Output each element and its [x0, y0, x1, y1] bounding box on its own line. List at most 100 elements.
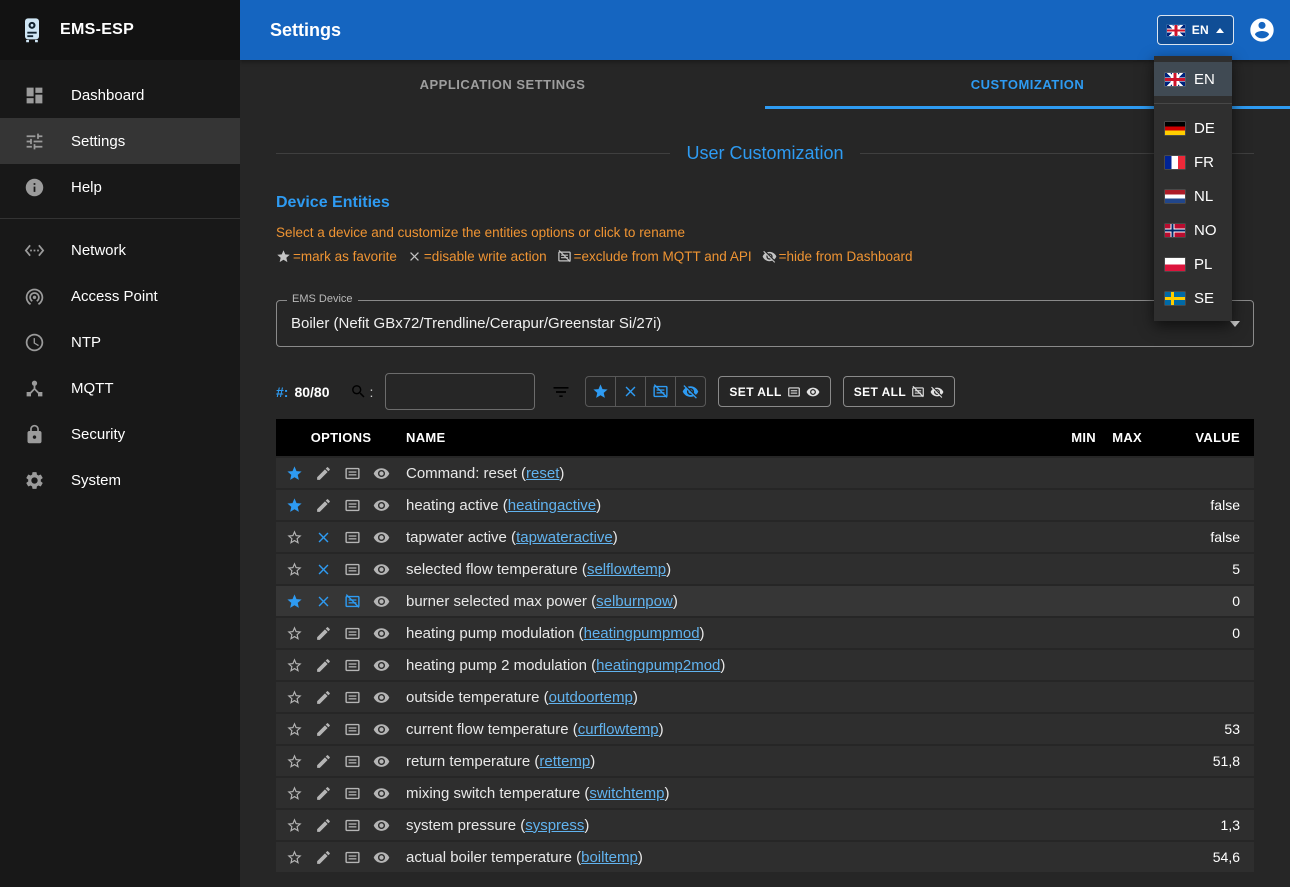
- hide-toggle[interactable]: [372, 496, 390, 514]
- favorite-toggle[interactable]: [285, 816, 303, 834]
- set-all-hidden-button[interactable]: SET ALL: [843, 376, 955, 407]
- entity-name[interactable]: burner selected max power (selburnpow): [406, 593, 1048, 610]
- disable-write-toggle[interactable]: [314, 656, 332, 674]
- exclude-mqtt-toggle[interactable]: [343, 528, 361, 546]
- table-row[interactable]: heating pump 2 modulation (heatingpump2m…: [276, 650, 1254, 680]
- table-row[interactable]: heating pump modulation (heatingpumpmod)…: [276, 618, 1254, 648]
- exclude-mqtt-toggle[interactable]: [343, 688, 361, 706]
- hide-toggle[interactable]: [372, 720, 390, 738]
- entity-code-link[interactable]: switchtemp: [589, 785, 664, 802]
- filter-favorite-toggle[interactable]: [585, 376, 616, 407]
- table-row[interactable]: current flow temperature (curflowtemp) 5…: [276, 714, 1254, 744]
- favorite-toggle[interactable]: [285, 784, 303, 802]
- disable-write-toggle[interactable]: [314, 560, 332, 578]
- hide-toggle[interactable]: [372, 688, 390, 706]
- sidebar-item-security[interactable]: Security: [0, 411, 240, 457]
- exclude-mqtt-toggle[interactable]: [343, 560, 361, 578]
- language-button[interactable]: EN: [1157, 15, 1234, 45]
- favorite-toggle[interactable]: [285, 752, 303, 770]
- hide-toggle[interactable]: [372, 752, 390, 770]
- entity-name[interactable]: selected flow temperature (selflowtemp): [406, 561, 1048, 578]
- favorite-toggle[interactable]: [285, 656, 303, 674]
- entity-name[interactable]: current flow temperature (curflowtemp): [406, 721, 1048, 738]
- language-menu-item[interactable]: PL: [1154, 247, 1232, 281]
- account-button[interactable]: [1248, 16, 1276, 44]
- hide-toggle[interactable]: [372, 592, 390, 610]
- entity-name[interactable]: Command: reset (reset): [406, 465, 1048, 482]
- favorite-toggle[interactable]: [285, 464, 303, 482]
- sidebar-item-mqtt[interactable]: MQTT: [0, 365, 240, 411]
- disable-write-toggle[interactable]: [314, 688, 332, 706]
- entity-code-link[interactable]: rettemp: [539, 753, 590, 770]
- table-row[interactable]: return temperature (rettemp) 51,8: [276, 746, 1254, 776]
- language-menu-item[interactable]: NO: [1154, 213, 1232, 247]
- language-menu-item[interactable]: DE: [1154, 111, 1232, 145]
- table-row[interactable]: Command: reset (reset): [276, 458, 1254, 488]
- entity-name[interactable]: tapwater active (tapwateractive): [406, 529, 1048, 546]
- language-menu-item[interactable]: SE: [1154, 281, 1232, 315]
- favorite-toggle[interactable]: [285, 624, 303, 642]
- entity-code-link[interactable]: curflowtemp: [578, 721, 659, 738]
- sidebar-item-network[interactable]: Network: [0, 227, 240, 273]
- disable-write-toggle[interactable]: [314, 752, 332, 770]
- entity-code-link[interactable]: outdoortemp: [549, 689, 633, 706]
- entity-code-link[interactable]: heatingpump2mod: [596, 657, 720, 674]
- disable-write-toggle[interactable]: [314, 848, 332, 866]
- sidebar-item-dashboard[interactable]: Dashboard: [0, 72, 240, 118]
- disable-write-toggle[interactable]: [314, 720, 332, 738]
- disable-write-toggle[interactable]: [314, 784, 332, 802]
- language-menu-item[interactable]: FR: [1154, 145, 1232, 179]
- entity-code-link[interactable]: tapwateractive: [516, 529, 613, 546]
- disable-write-toggle[interactable]: [314, 496, 332, 514]
- entity-name[interactable]: heating pump 2 modulation (heatingpump2m…: [406, 657, 1048, 674]
- favorite-toggle[interactable]: [285, 560, 303, 578]
- table-row[interactable]: heating active (heatingactive) false: [276, 490, 1254, 520]
- entity-name[interactable]: outside temperature (outdoortemp): [406, 689, 1048, 706]
- disable-write-toggle[interactable]: [314, 624, 332, 642]
- table-row[interactable]: burner selected max power (selburnpow) 0: [276, 586, 1254, 616]
- hide-toggle[interactable]: [372, 464, 390, 482]
- search-input[interactable]: [385, 373, 535, 410]
- entity-name[interactable]: actual boiler temperature (boiltemp): [406, 849, 1048, 866]
- exclude-mqtt-toggle[interactable]: [343, 816, 361, 834]
- entity-code-link[interactable]: heatingactive: [508, 497, 596, 514]
- favorite-toggle[interactable]: [285, 848, 303, 866]
- exclude-mqtt-toggle[interactable]: [343, 848, 361, 866]
- filter-disable-write-toggle[interactable]: [615, 376, 646, 407]
- hide-toggle[interactable]: [372, 528, 390, 546]
- set-all-visible-button[interactable]: SET ALL: [718, 376, 830, 407]
- exclude-mqtt-toggle[interactable]: [343, 656, 361, 674]
- exclude-mqtt-toggle[interactable]: [343, 464, 361, 482]
- exclude-mqtt-toggle[interactable]: [343, 496, 361, 514]
- disable-write-toggle[interactable]: [314, 464, 332, 482]
- language-menu-item[interactable]: EN: [1154, 62, 1232, 96]
- sidebar-item-ntp[interactable]: NTP: [0, 319, 240, 365]
- exclude-mqtt-toggle[interactable]: [343, 592, 361, 610]
- sidebar-item-access-point[interactable]: Access Point: [0, 273, 240, 319]
- favorite-toggle[interactable]: [285, 720, 303, 738]
- table-row[interactable]: selected flow temperature (selflowtemp) …: [276, 554, 1254, 584]
- tab-application-settings[interactable]: APPLICATION SETTINGS: [240, 60, 765, 109]
- hide-toggle[interactable]: [372, 624, 390, 642]
- exclude-mqtt-toggle[interactable]: [343, 752, 361, 770]
- hide-toggle[interactable]: [372, 784, 390, 802]
- table-row[interactable]: tapwater active (tapwateractive) false: [276, 522, 1254, 552]
- table-row[interactable]: actual boiler temperature (boiltemp) 54,…: [276, 842, 1254, 872]
- favorite-toggle[interactable]: [285, 528, 303, 546]
- entity-code-link[interactable]: syspress: [525, 817, 584, 834]
- disable-write-toggle[interactable]: [314, 528, 332, 546]
- entity-name[interactable]: heating active (heatingactive): [406, 497, 1048, 514]
- favorite-toggle[interactable]: [285, 688, 303, 706]
- exclude-mqtt-toggle[interactable]: [343, 720, 361, 738]
- table-row[interactable]: outside temperature (outdoortemp): [276, 682, 1254, 712]
- ems-device-select[interactable]: EMS Device Boiler (Nefit GBx72/Trendline…: [276, 300, 1254, 347]
- filter-hidden-toggle[interactable]: [675, 376, 706, 407]
- entity-name[interactable]: system pressure (syspress): [406, 817, 1048, 834]
- entity-code-link[interactable]: heatingpumpmod: [584, 625, 700, 642]
- exclude-mqtt-toggle[interactable]: [343, 624, 361, 642]
- entity-name[interactable]: heating pump modulation (heatingpumpmod): [406, 625, 1048, 642]
- sidebar-item-help[interactable]: Help: [0, 164, 240, 210]
- favorite-toggle[interactable]: [285, 592, 303, 610]
- entity-code-link[interactable]: selflowtemp: [587, 561, 666, 578]
- hide-toggle[interactable]: [372, 656, 390, 674]
